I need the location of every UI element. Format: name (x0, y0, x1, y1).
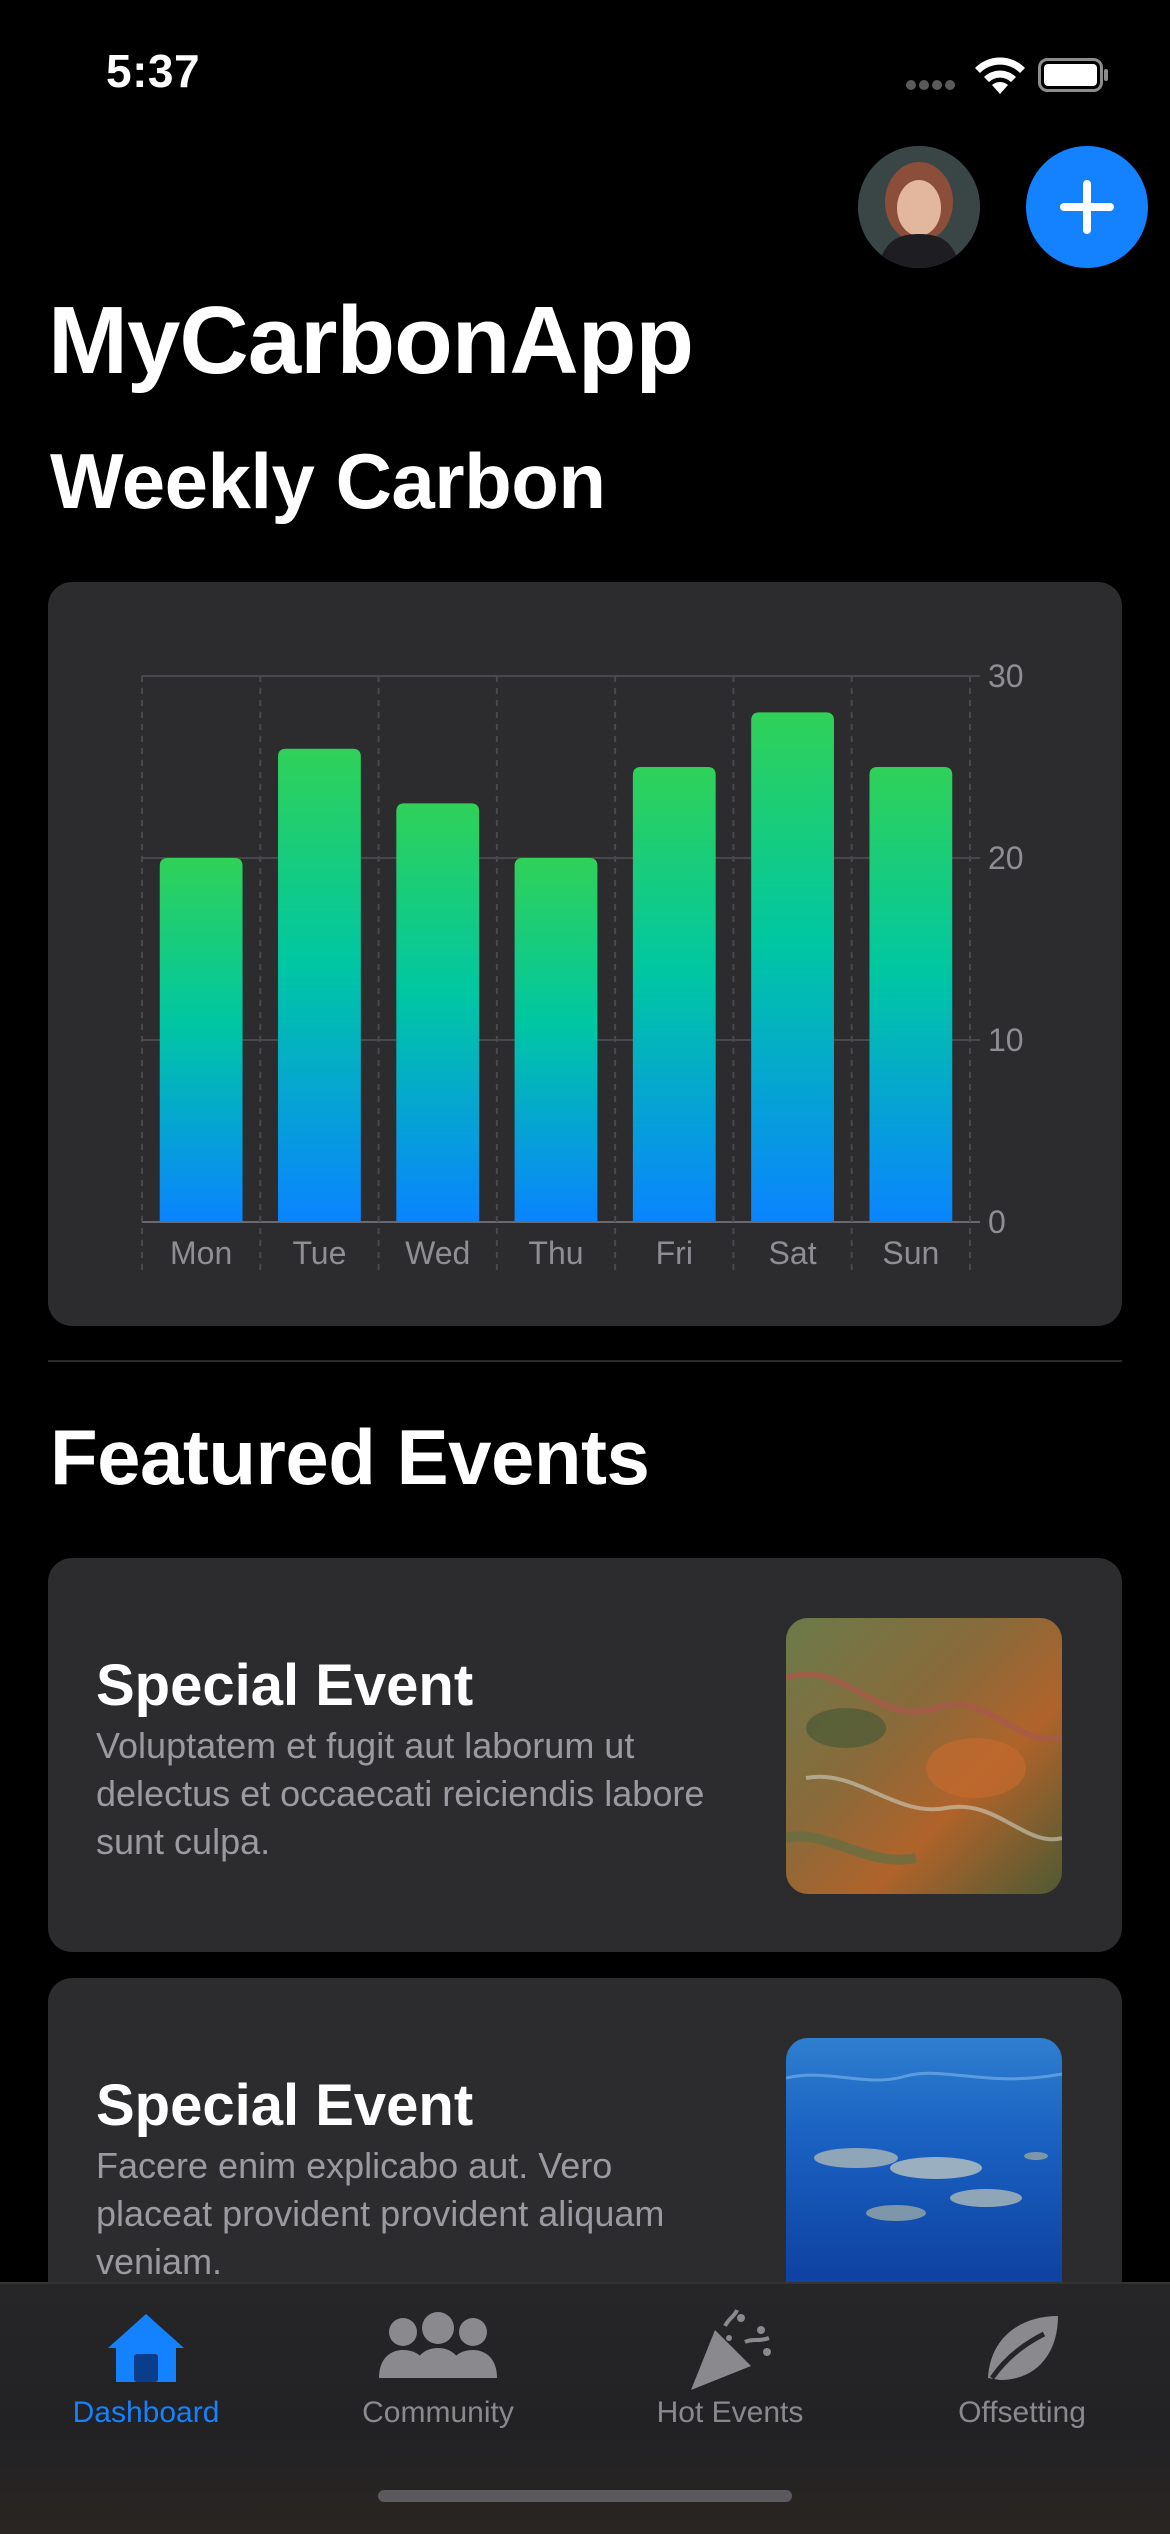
wifi-icon (975, 57, 1025, 94)
x-tick-label: Fri (656, 1235, 693, 1271)
battery-icon (1038, 58, 1108, 92)
x-tick-label: Sun (882, 1235, 939, 1271)
x-tick-label: Tue (292, 1235, 346, 1271)
add-button[interactable] (1026, 146, 1148, 268)
event-title: Special Event (96, 2073, 474, 2138)
cellular-signal-icon (906, 80, 956, 92)
status-time: 5:37 (106, 45, 201, 97)
tab-community[interactable]: Community (292, 2284, 584, 2444)
weekly-carbon-title: Weekly Carbon (50, 437, 606, 525)
tab-hot-events[interactable]: Hot Events (584, 2284, 876, 2444)
bar-wed[interactable] (396, 803, 480, 1222)
y-tick-label: 30 (988, 658, 1024, 694)
event-card[interactable]: Special Event Voluptatem et fugit aut la… (48, 1558, 1122, 1952)
user-avatar[interactable] (858, 146, 980, 268)
bar-fri[interactable] (632, 767, 716, 1222)
people-icon (379, 2312, 497, 2378)
y-tick-label: 0 (988, 1204, 1006, 1240)
x-tick-label: Wed (405, 1235, 470, 1271)
dolphins-underwater-image (786, 2038, 1062, 2308)
featured-events-title: Featured Events (50, 1413, 650, 1501)
weekly-carbon-chart-card: 0 10 20 30 Mon Tue Wed Thu Fri Sat Sun (48, 582, 1122, 1326)
y-tick-label: 10 (988, 1022, 1024, 1058)
leaf-icon (988, 2316, 1058, 2380)
y-tick-label: 20 (988, 840, 1024, 876)
section-divider (48, 1360, 1122, 1362)
party-popper-icon (691, 2309, 771, 2390)
status-bar: 5:37 (0, 0, 1170, 140)
event-description: Facere enim explicabo aut. Vero placeat … (96, 2145, 665, 2282)
x-tick-label: Thu (528, 1235, 583, 1271)
tab-label: Dashboard (72, 2396, 220, 2429)
bar-mon[interactable] (159, 858, 243, 1222)
house-icon (108, 2314, 184, 2382)
app-title: MyCarbonApp (48, 287, 694, 394)
bar-sun[interactable] (869, 767, 953, 1222)
event-description: Voluptatem et fugit aut laborum ut delec… (96, 1725, 705, 1862)
event-title: Special Event (96, 1653, 474, 1718)
x-tick-label: Sat (769, 1235, 817, 1271)
home-indicator[interactable] (378, 2490, 792, 2502)
tab-dashboard[interactable]: Dashboard (0, 2284, 292, 2444)
x-tick-label: Mon (170, 1235, 232, 1271)
plus-icon (1060, 180, 1114, 234)
tab-label: Community (362, 2396, 514, 2429)
event-card[interactable]: Special Event Facere enim explicabo aut.… (48, 1978, 1122, 2308)
tab-offsetting[interactable]: Offsetting (876, 2284, 1168, 2444)
bar-sat[interactable] (751, 712, 834, 1222)
terrain-aerial-image (786, 1618, 1062, 1894)
weekly-carbon-chart: 0 10 20 30 Mon Tue Wed Thu Fri Sat Sun (141, 658, 1024, 1274)
bar-thu[interactable] (514, 858, 598, 1222)
avatar-photo-icon (858, 146, 980, 268)
tab-label: Hot Events (656, 2396, 804, 2429)
bar-tue[interactable] (278, 748, 361, 1222)
tab-label: Offsetting (958, 2396, 1086, 2429)
